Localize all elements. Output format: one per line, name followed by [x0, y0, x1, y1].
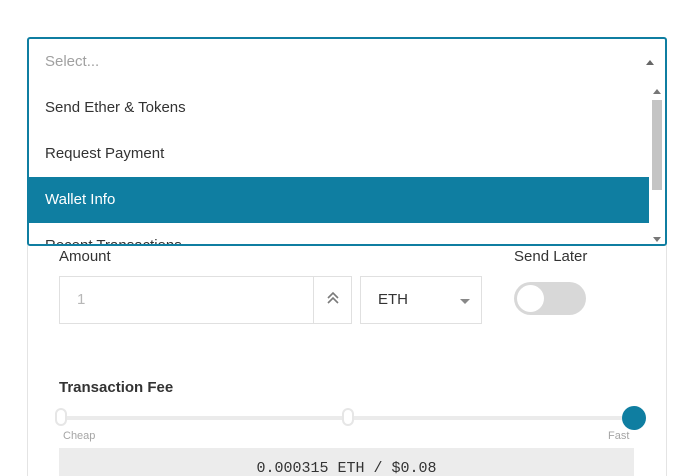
fee-max-caption: Fast [608, 430, 630, 442]
amount-label: Amount [59, 248, 111, 265]
fee-slider-handle[interactable] [622, 406, 646, 430]
double-chevron-up-icon [326, 291, 340, 310]
transaction-fee-label: Transaction Fee [59, 379, 174, 396]
fee-min-caption: Cheap [63, 430, 96, 442]
toggle-knob [517, 285, 544, 312]
scroll-up-icon[interactable] [653, 89, 661, 94]
unit-select[interactable]: ETH [360, 276, 482, 324]
caret-down-icon [460, 299, 470, 304]
menu-item-send-ether-tokens[interactable]: Send Ether & Tokens [29, 85, 649, 131]
send-later-label: Send Later [514, 248, 588, 265]
unit-select-value: ETH [378, 291, 408, 308]
action-select-placeholder: Select... [45, 53, 100, 70]
send-page: Amount 1 ETH Send Later Transaction Fee … [0, 0, 695, 476]
action-select-dropdown[interactable]: Select... Send Ether & Tokens Request Pa… [27, 37, 667, 246]
fee-readout: 0.000315 ETH / $0.08 [59, 448, 634, 476]
menu-scrollbar[interactable] [649, 85, 665, 244]
scrollbar-thumb[interactable] [652, 100, 662, 190]
menu-item-recent-transactions[interactable]: Recent Transactions [29, 223, 649, 244]
fee-slider-step-dot[interactable] [55, 408, 67, 426]
send-later-toggle[interactable] [514, 282, 586, 315]
fee-slider-step-dot[interactable] [342, 408, 354, 426]
menu-item-wallet-info[interactable]: Wallet Info [29, 177, 649, 223]
max-amount-button[interactable] [313, 276, 352, 324]
amount-input[interactable]: 1 [59, 276, 313, 324]
action-select-menu: Send Ether & Tokens Request Payment Wall… [29, 85, 649, 244]
menu-item-request-payment[interactable]: Request Payment [29, 131, 649, 177]
action-select-control[interactable]: Select... [29, 39, 665, 85]
scroll-down-icon[interactable] [653, 237, 661, 242]
caret-up-icon[interactable] [646, 60, 654, 65]
